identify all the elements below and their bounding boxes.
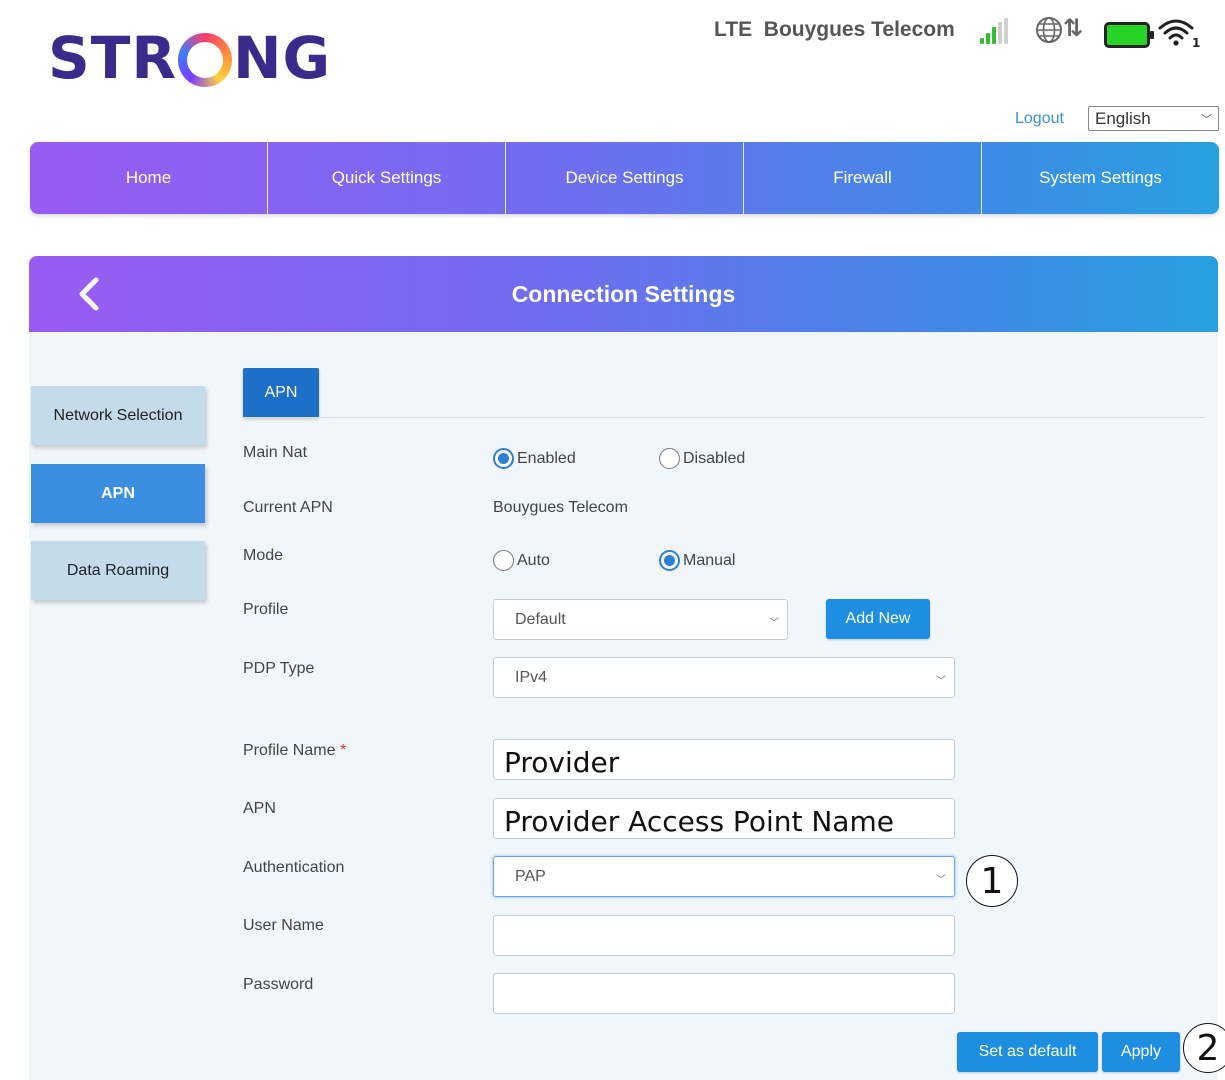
page-title: Connection Settings <box>511 281 736 307</box>
sidebar-item-network-selection[interactable]: Network Selection <box>31 386 205 445</box>
main-nav: Home Quick Settings Device Settings Fire… <box>30 142 1219 214</box>
tab-apn[interactable]: APN <box>243 368 319 417</box>
profile-name-label: Profile Name * <box>243 742 346 760</box>
profile-name-label-text: Profile Name <box>243 742 336 759</box>
authentication-select[interactable]: PAP ﹀ <box>493 856 955 897</box>
back-chevron-icon[interactable] <box>74 276 104 312</box>
nav-quick-settings[interactable]: Quick Settings <box>268 142 506 214</box>
main-nat-label: Main Nat <box>243 444 308 461</box>
data-transfer-icon: ⇅ <box>1063 15 1084 42</box>
sidebar-item-data-roaming[interactable]: Data Roaming <box>31 541 205 600</box>
nav-system-settings[interactable]: System Settings <box>982 142 1219 214</box>
radio-checked-icon <box>493 448 514 469</box>
nav-home[interactable]: Home <box>30 142 268 214</box>
authentication-label: Authentication <box>243 859 345 876</box>
authentication-value: PAP <box>515 867 546 885</box>
mode-manual-label: Manual <box>683 551 736 569</box>
chevron-down-icon: ﹀ <box>769 618 779 629</box>
language-select[interactable]: English ﹀ <box>1088 106 1219 131</box>
carrier-name: Bouygues Telecom <box>763 18 955 41</box>
callout-2: 2 <box>1183 1023 1225 1073</box>
pdp-type-label: PDP Type <box>243 660 315 677</box>
language-value: English <box>1095 109 1151 128</box>
profile-name-input[interactable]: Provider <box>493 739 955 780</box>
profile-select[interactable]: Default ﹀ <box>493 599 788 640</box>
pdp-type-select[interactable]: IPv4 ﹀ <box>493 657 955 698</box>
radio-unchecked-icon <box>493 550 514 571</box>
password-input[interactable] <box>493 973 955 1014</box>
mode-auto-label: Auto <box>517 551 550 569</box>
globe-icon <box>1036 17 1062 43</box>
battery-icon <box>1104 22 1154 48</box>
required-mark: * <box>339 742 347 759</box>
network-type: LTE <box>714 18 753 41</box>
user-name-input[interactable] <box>493 915 955 956</box>
chevron-down-icon: ﹀ <box>936 676 946 687</box>
chevron-down-icon: ﹀ <box>1201 114 1212 126</box>
apn-input[interactable]: Provider Access Point Name <box>493 798 955 839</box>
logo-text-right: NG <box>233 24 332 92</box>
panel-body <box>29 332 1218 1080</box>
sidebar-item-apn[interactable]: APN <box>31 464 205 523</box>
wifi-client-count: 1 <box>1192 36 1200 48</box>
logo-text-left: STR <box>48 24 177 92</box>
wifi-icon: 1 <box>1158 18 1200 50</box>
radio-checked-icon <box>659 550 680 571</box>
password-label: Password <box>243 976 314 993</box>
nav-firewall[interactable]: Firewall <box>744 142 982 214</box>
main-nat-disabled-label: Disabled <box>683 449 746 467</box>
main-nat-enabled-radio[interactable]: Enabled <box>493 448 576 469</box>
main-nat-enabled-label: Enabled <box>517 449 576 467</box>
chevron-down-icon: ﹀ <box>936 875 946 886</box>
signal-strength-icon <box>980 18 1010 44</box>
nav-device-settings[interactable]: Device Settings <box>506 142 744 214</box>
callout-1: 1 <box>966 855 1018 907</box>
radio-unchecked-icon <box>659 448 680 469</box>
mode-manual-radio[interactable]: Manual <box>659 550 735 571</box>
tab-divider <box>243 417 1205 418</box>
pdp-type-value: IPv4 <box>515 668 548 686</box>
main-nat-disabled-radio[interactable]: Disabled <box>659 448 745 469</box>
mode-label: Mode <box>243 547 284 564</box>
add-new-button[interactable]: Add New <box>826 599 930 639</box>
mode-auto-radio[interactable]: Auto <box>493 550 550 571</box>
network-carrier-status: LTE Bouygues Telecom <box>714 18 955 42</box>
logo-o-ring-icon <box>178 33 232 87</box>
apn-label: APN <box>243 800 276 817</box>
logout-link[interactable]: Logout <box>1015 110 1064 128</box>
current-apn-value: Bouygues Telecom <box>493 499 628 516</box>
user-name-label: User Name <box>243 917 324 934</box>
strong-logo: STR NG <box>48 28 331 88</box>
apply-button[interactable]: Apply <box>1102 1032 1180 1072</box>
set-as-default-button[interactable]: Set as default <box>957 1032 1098 1072</box>
profile-label: Profile <box>243 601 289 618</box>
profile-select-value: Default <box>515 610 566 628</box>
current-apn-label: Current APN <box>243 499 333 516</box>
